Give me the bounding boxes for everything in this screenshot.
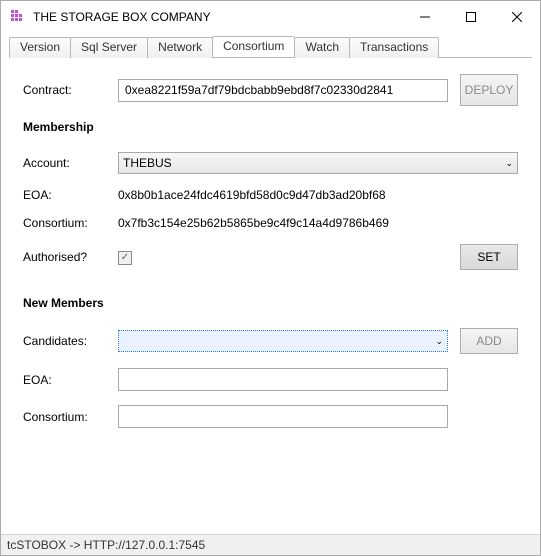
chevron-down-icon: ⌄ — [505, 158, 513, 169]
tab-watch[interactable]: Watch — [294, 37, 350, 58]
tab-network[interactable]: Network — [147, 37, 213, 58]
close-button[interactable] — [494, 1, 540, 32]
newmember-consortium-label: Consortium: — [23, 410, 118, 424]
deploy-button[interactable]: DEPLOY — [460, 74, 518, 106]
account-label: Account: — [23, 156, 118, 170]
authorised-checkbox[interactable]: ✓ — [118, 251, 132, 265]
set-button[interactable]: SET — [460, 244, 518, 270]
candidates-label: Candidates: — [23, 334, 118, 348]
newmember-consortium-input[interactable] — [118, 405, 448, 428]
tab-transactions[interactable]: Transactions — [349, 37, 439, 58]
add-button[interactable]: ADD — [460, 328, 518, 354]
contract-input[interactable] — [118, 79, 448, 102]
window-controls — [402, 1, 540, 32]
authorised-label: Authorised? — [23, 250, 118, 264]
tab-version[interactable]: Version — [9, 37, 71, 58]
window-title: THE STORAGE BOX COMPANY — [33, 10, 402, 24]
consortium-panel: Contract: DEPLOY Membership Account: THE… — [1, 58, 540, 534]
new-members-heading: New Members — [23, 296, 518, 310]
tab-sql-server[interactable]: Sql Server — [70, 37, 148, 58]
account-select-value: THEBUS — [123, 156, 172, 170]
membership-eoa-value: 0x8b0b1ace24fdc4619bfd58d0c9d47db3ad20bf… — [118, 188, 386, 202]
maximize-button[interactable] — [448, 1, 494, 32]
account-select[interactable]: THEBUS ⌄ — [118, 152, 518, 174]
tab-strip: Version Sql Server Network Consortium Wa… — [9, 36, 532, 58]
minimize-button[interactable] — [402, 1, 448, 32]
chevron-down-icon: ⌄ — [435, 336, 443, 347]
membership-consortium-label: Consortium: — [23, 216, 118, 230]
contract-label: Contract: — [23, 83, 118, 97]
membership-consortium-value: 0x7fb3c154e25b62b5865be9c4f9c14a4d9786b4… — [118, 216, 389, 230]
newmember-eoa-input[interactable] — [118, 368, 448, 391]
membership-eoa-label: EOA: — [23, 188, 118, 202]
title-bar: THE STORAGE BOX COMPANY — [1, 1, 540, 32]
app-icon — [11, 10, 25, 24]
newmember-eoa-label: EOA: — [23, 373, 118, 387]
status-bar: tcSTOBOX -> HTTP://127.0.0.1:7545 — [1, 534, 540, 555]
tab-consortium[interactable]: Consortium — [212, 36, 295, 57]
status-text: tcSTOBOX -> HTTP://127.0.0.1:7545 — [7, 538, 205, 552]
candidates-select[interactable]: ⌄ — [118, 330, 448, 352]
membership-heading: Membership — [23, 120, 518, 134]
